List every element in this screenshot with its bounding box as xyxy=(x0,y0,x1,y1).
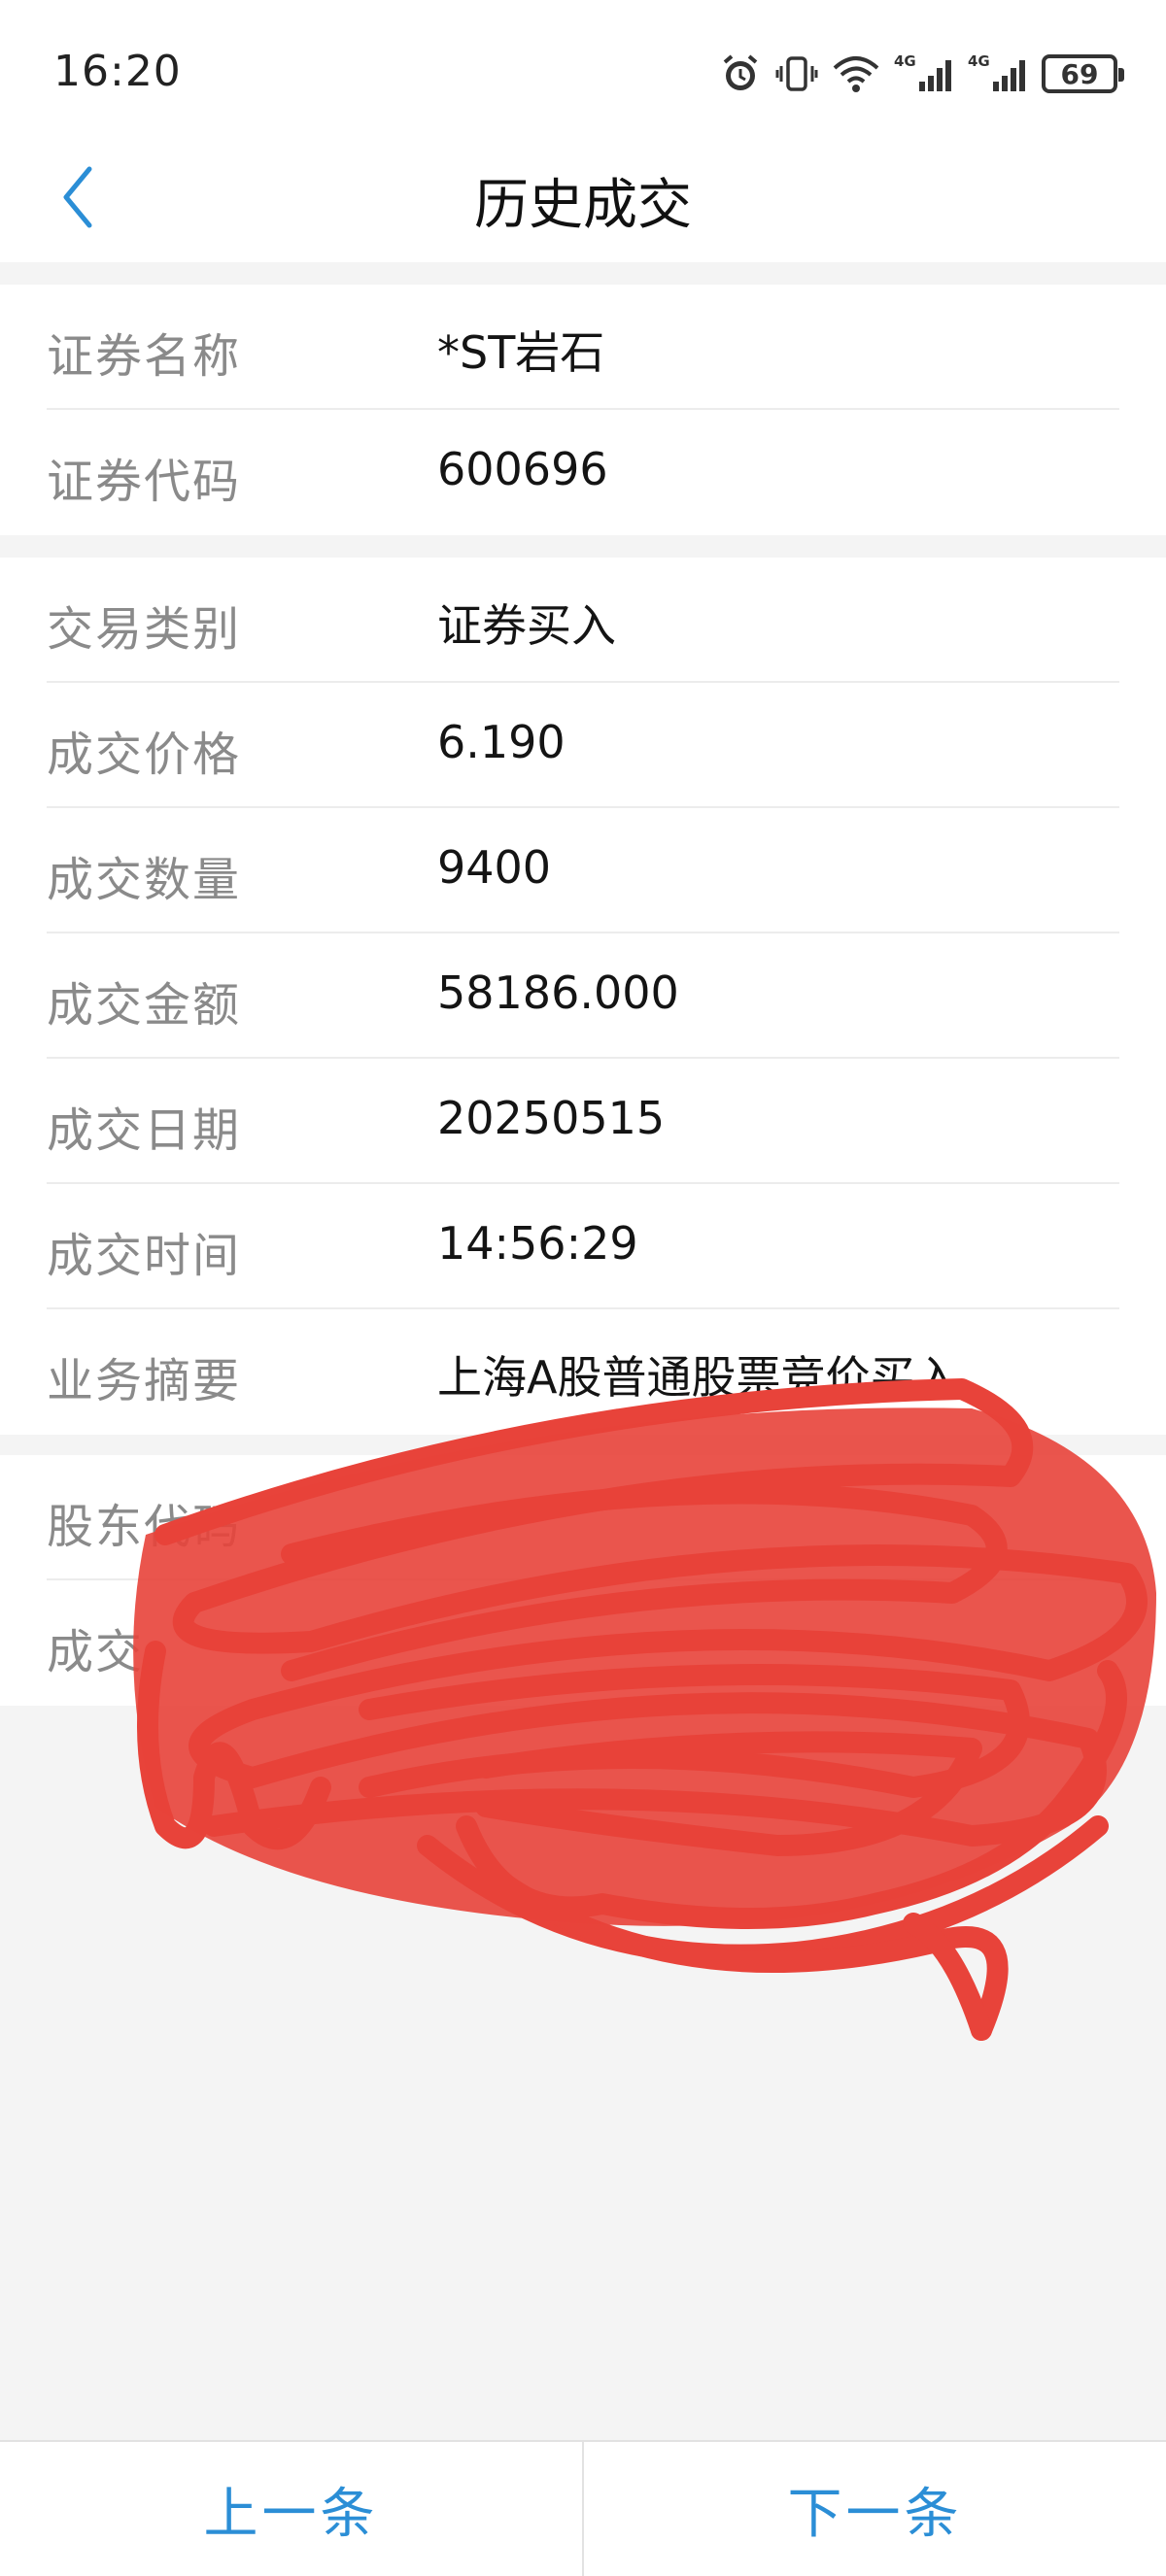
row-business-summary: 业务摘要 上海A股普通股票竞价买入 xyxy=(47,1309,1119,1435)
row-trade-quantity: 成交数量 9400 xyxy=(47,808,1119,933)
row-label: 成交 xyxy=(47,1625,145,1679)
prev-record-button[interactable]: 上一条 xyxy=(0,2442,582,2576)
svg-text:4G: 4G xyxy=(968,52,990,70)
status-bar: 16:20 4G 4G 69 xyxy=(0,0,1166,136)
battery-icon: 69 xyxy=(1042,54,1124,93)
row-trade-price: 成交价格 6.190 xyxy=(47,683,1119,808)
svg-text:4G: 4G xyxy=(894,52,916,70)
row-security-name: 证券名称 *ST岩石 xyxy=(47,285,1119,410)
trade-detail-section: 交易类别 证券买入 成交价格 6.190 成交数量 9400 成交金额 5818… xyxy=(0,558,1166,1435)
row-value: 证券买入 xyxy=(437,599,616,652)
page-title: 历史成交 xyxy=(474,174,692,237)
row-value: 6.190 xyxy=(437,716,566,768)
row-label: 证券代码 xyxy=(47,455,242,509)
row-shareholder-code: 股东代码 xyxy=(47,1455,1119,1580)
row-value: 58186.000 xyxy=(437,966,679,1019)
header: 历史成交 xyxy=(0,136,1166,262)
row-value: 20250515 xyxy=(437,1092,666,1144)
wifi-icon xyxy=(832,52,880,95)
row-value: 600696 xyxy=(437,443,608,495)
row-label: 成交日期 xyxy=(47,1103,242,1158)
vibrate-icon xyxy=(775,52,818,95)
status-icons: 4G 4G 69 xyxy=(719,47,1124,101)
bottom-nav: 上一条 下一条 xyxy=(0,2440,1166,2576)
signal-4g-icon: 4G xyxy=(968,52,1028,95)
account-section: 股东代码 成交 xyxy=(0,1455,1166,1706)
battery-level: 69 xyxy=(1060,57,1099,90)
row-label: 成交价格 xyxy=(47,728,242,782)
row-trade-number: 成交 xyxy=(47,1580,1119,1706)
row-label: 业务摘要 xyxy=(47,1354,242,1408)
security-info-section: 证券名称 *ST岩石 证券代码 600696 xyxy=(0,285,1166,535)
row-value: 上海A股普通股票竞价买入 xyxy=(437,1351,960,1404)
row-label: 股东代码 xyxy=(47,1500,242,1554)
row-trade-date: 成交日期 20250515 xyxy=(47,1059,1119,1184)
row-security-code: 证券代码 600696 xyxy=(47,410,1119,535)
row-trade-time: 成交时间 14:56:29 xyxy=(47,1184,1119,1309)
row-trade-type: 交易类别 证券买入 xyxy=(47,558,1119,683)
row-label: 交易类别 xyxy=(47,602,242,657)
row-value: *ST岩石 xyxy=(437,326,605,379)
alarm-icon xyxy=(719,52,762,95)
row-label: 证券名称 xyxy=(47,329,242,384)
row-label: 成交时间 xyxy=(47,1229,242,1283)
row-trade-amount: 成交金额 58186.000 xyxy=(47,933,1119,1059)
signal-4g-icon: 4G xyxy=(894,52,954,95)
row-value: 14:56:29 xyxy=(437,1217,638,1270)
row-value: 9400 xyxy=(437,841,552,894)
row-label: 成交数量 xyxy=(47,853,242,907)
next-record-button[interactable]: 下一条 xyxy=(584,2442,1166,2576)
row-label: 成交金额 xyxy=(47,978,242,1033)
status-time: 16:20 xyxy=(53,47,182,96)
